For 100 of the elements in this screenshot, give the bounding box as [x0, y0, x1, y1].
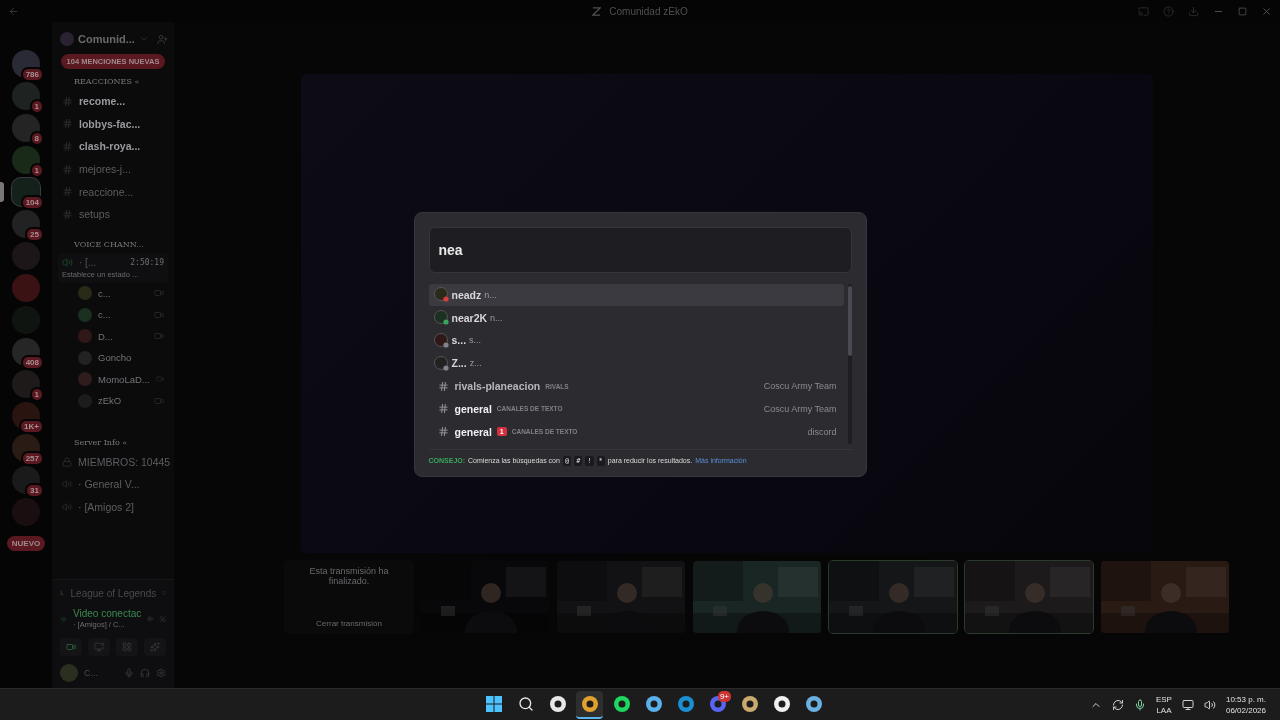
keyboard-layout[interactable]: LAA	[1156, 704, 1172, 716]
avatar	[433, 333, 449, 348]
result-row[interactable]: near2K n...	[428, 306, 844, 330]
avatar	[433, 310, 449, 326]
channel-name[interactable]: mejores-j...	[79, 163, 131, 176]
close-icon[interactable]	[1261, 5, 1272, 17]
windows-logo-icon	[485, 696, 502, 712]
scrollbar[interactable]	[847, 283, 852, 444]
stream-tile[interactable]: Esta transmisión ha finalizado. Cerrar transmisión	[284, 560, 414, 634]
voice-channel-name: · [...	[79, 256, 97, 268]
search-field[interactable]: nea	[428, 226, 852, 273]
member-name[interactable]: c...	[98, 287, 111, 299]
camera-icon	[154, 309, 164, 320]
member-name[interactable]: zEkO	[98, 395, 122, 407]
speaker-icon	[62, 256, 73, 268]
avatar	[78, 372, 92, 387]
sparkles-icon	[150, 642, 160, 652]
server-logo-icon	[592, 6, 602, 16]
hash-icon	[62, 186, 73, 198]
username: n...	[484, 289, 497, 300]
avatar	[78, 307, 92, 322]
result-row[interactable]: neadz n...	[428, 283, 844, 307]
clock-date[interactable]: 06/02/2026	[1225, 704, 1266, 716]
server-name[interactable]: Comunid...	[78, 33, 135, 45]
volume-icon[interactable]	[1203, 698, 1216, 711]
channel-name[interactable]: MIEMBROS: 10445	[78, 455, 171, 468]
taskbar-button[interactable]	[576, 691, 603, 719]
channel-name: general	[454, 425, 492, 438]
back-icon[interactable]	[8, 5, 19, 17]
category-name[interactable]: Server Info «	[52, 411, 174, 451]
mention-count: 786	[20, 67, 44, 82]
channel-name[interactable]: · [Amigos 2]	[78, 501, 135, 514]
new-badge: NUEVO	[6, 536, 46, 551]
maximize-icon[interactable]	[1238, 6, 1247, 16]
channel-name: rivals-planeacion	[454, 380, 541, 393]
user-name: Z...	[451, 357, 467, 370]
hash-icon	[62, 118, 73, 130]
hash-icon	[62, 141, 73, 152]
hash-icon	[62, 95, 73, 107]
taskbar-button[interactable]: 9+	[704, 691, 731, 719]
channel-name[interactable]: recome...	[79, 95, 126, 108]
server-name: Coscu Army Team	[763, 403, 837, 414]
member-name[interactable]: D...	[98, 330, 113, 342]
channel-name[interactable]: lobbys-fac...	[79, 117, 141, 130]
language[interactable]: ESP	[1155, 693, 1172, 705]
server-icon[interactable]	[12, 210, 40, 238]
channel-name[interactable]: setups	[79, 208, 110, 221]
hash-icon	[437, 403, 449, 415]
channel-name[interactable]: clash-roya...	[79, 140, 141, 153]
notification-badge: 9+	[717, 691, 731, 702]
server-name: Coscu Army Team	[763, 381, 837, 392]
speaker-icon	[62, 502, 72, 513]
soundboard-button[interactable]	[144, 638, 166, 656]
invite-icon[interactable]	[157, 33, 168, 45]
screen-share-icon	[94, 642, 104, 652]
grid-icon	[122, 642, 132, 652]
settings-icon[interactable]	[156, 668, 166, 678]
lock-icon	[62, 456, 72, 467]
user-name: near2K	[451, 311, 488, 324]
hash-icon	[437, 380, 449, 392]
user-avatar[interactable]	[60, 664, 78, 682]
clock-time[interactable]: 10:53 p. m.	[1225, 693, 1266, 705]
mention-count: 408	[20, 355, 44, 370]
microphone-icon[interactable]	[1133, 698, 1146, 711]
screen-share-button[interactable]	[88, 638, 110, 656]
result-row[interactable]: Z... z...	[428, 351, 844, 375]
channel-name[interactable]: reaccione...	[79, 185, 134, 198]
headphones-icon[interactable]	[140, 668, 150, 678]
call-timer: 2:50:19	[130, 257, 164, 267]
category-name[interactable]: REACCIONES «	[52, 71, 174, 90]
user-name: neadz	[451, 288, 482, 301]
mention-count: 104	[20, 195, 44, 210]
download-icon[interactable]	[1188, 5, 1199, 17]
channel-name: general	[454, 402, 492, 415]
camera-button[interactable]	[60, 638, 82, 656]
hash-icon	[62, 208, 73, 220]
close-stream-button[interactable]: Cerrar transmisión	[316, 619, 382, 628]
app-icon	[549, 696, 566, 712]
camera-icon	[66, 642, 76, 652]
help-icon[interactable]	[1163, 5, 1174, 17]
activities-button[interactable]	[116, 638, 138, 656]
member-name[interactable]: Goncho	[98, 352, 132, 364]
avatar	[78, 286, 92, 301]
category-name[interactable]: VOICE CHANN...	[52, 225, 174, 253]
member-name[interactable]: MomoLaD...	[98, 373, 150, 385]
member-name[interactable]: c...	[98, 309, 111, 321]
camera-icon	[154, 288, 164, 299]
username: z...	[469, 358, 482, 369]
sync-icon[interactable]	[1111, 698, 1124, 711]
app-icon	[773, 696, 790, 712]
hang-up-icon[interactable]	[159, 614, 166, 624]
selected-indicator	[0, 182, 4, 202]
stream-ended-message: Esta transmisión ha finalizado.	[308, 566, 390, 586]
screen-cast-icon[interactable]	[1138, 5, 1149, 17]
avatar	[433, 287, 449, 303]
app-icon	[741, 696, 758, 712]
app-icon	[805, 696, 822, 712]
app-icon	[645, 696, 662, 712]
channel-name[interactable]: · General V...	[78, 478, 140, 491]
result-row[interactable]: s... s...	[428, 329, 844, 352]
